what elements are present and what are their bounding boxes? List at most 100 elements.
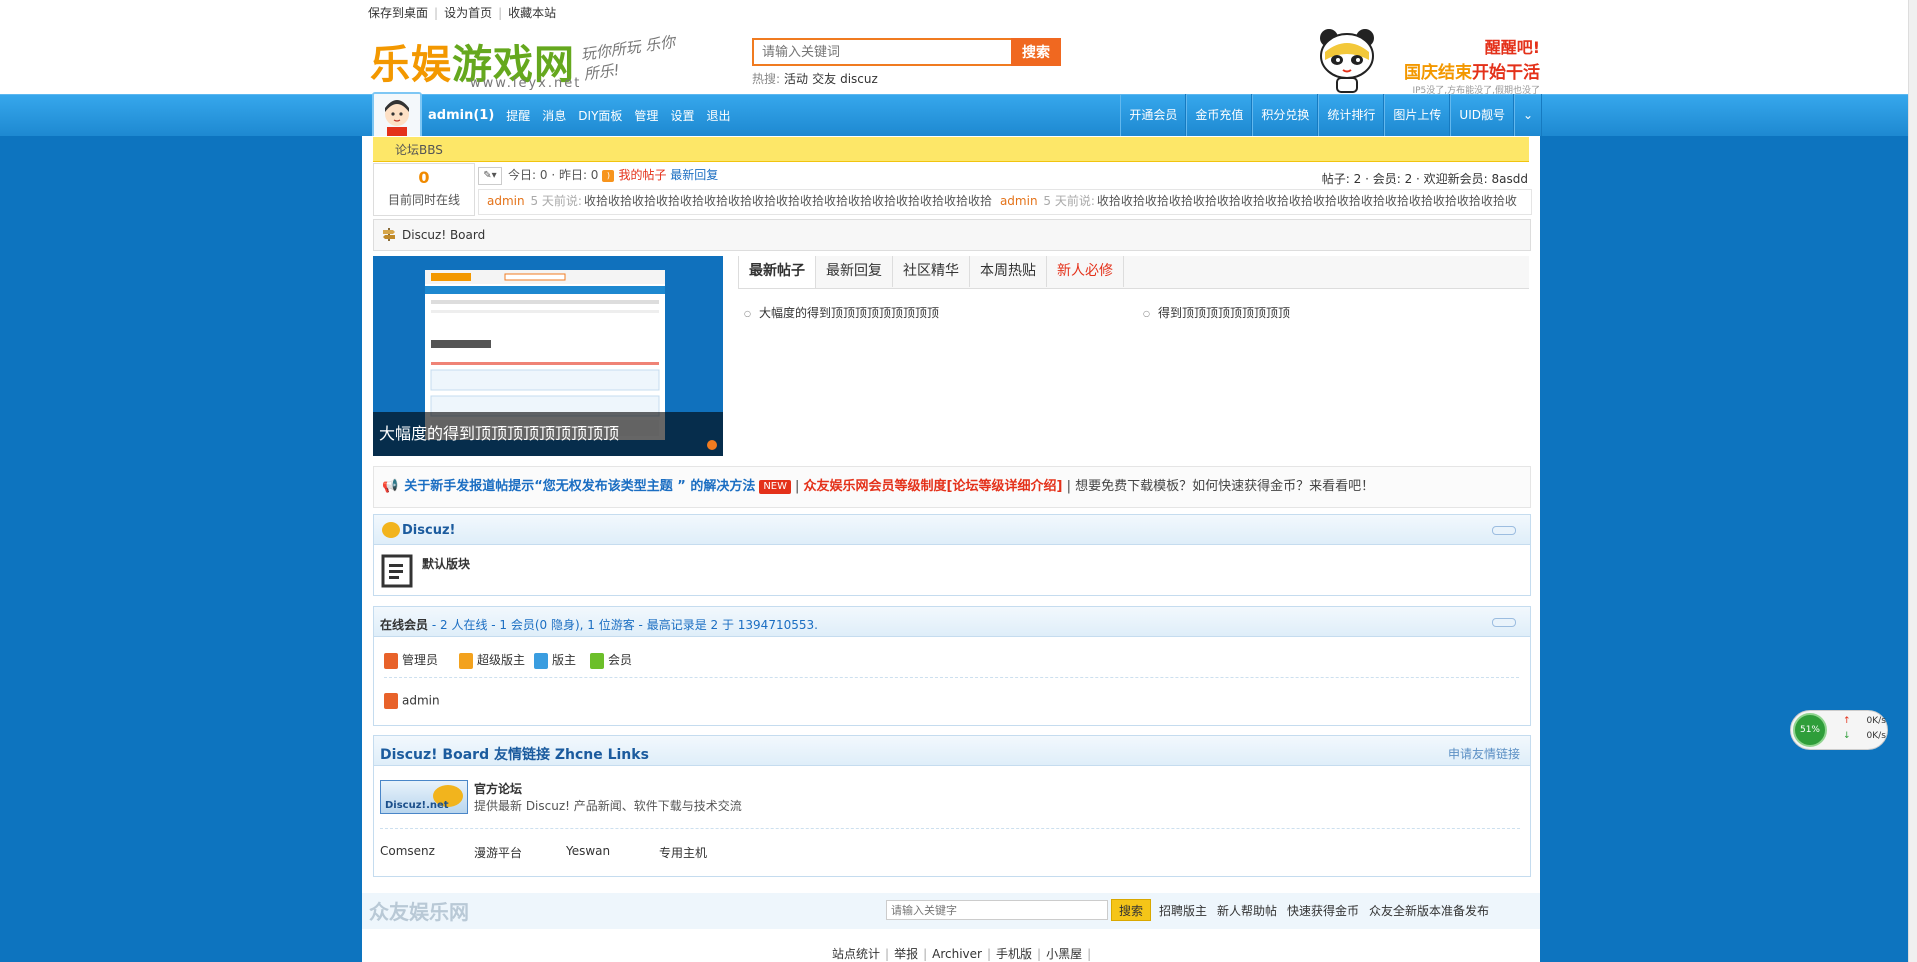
footer-logo: 众友娱乐网 xyxy=(369,900,469,924)
ticker-time: 5 天前说: xyxy=(1043,194,1095,208)
official-forum-desc: 提供最新 Discuz! 产品新闻、软件下载与技术交流 xyxy=(474,799,742,813)
nav-messages[interactable]: 消息 xyxy=(542,107,566,124)
header-ad[interactable]: 醒醒吧! 国庆结束开始干活 IP5没了,方布能没了,假期也没了 xyxy=(1390,34,1540,96)
hot-word-friends[interactable]: 交友 xyxy=(812,72,836,86)
nav-image-upload[interactable]: 图片上传 xyxy=(1384,94,1451,136)
collapse-toggle[interactable] xyxy=(1492,618,1516,627)
arrow-down-icon: ↓ xyxy=(1843,731,1851,741)
slide-indicator[interactable] xyxy=(707,440,717,450)
footer-links: 招聘版主 新人帮助帖 快速获得金币 众友全新版本准备发布 xyxy=(1159,902,1499,919)
friend-links-title: Discuz! Board 友情链接 Zhcne Links xyxy=(380,747,649,763)
chevron-down-icon[interactable]: ⌄ xyxy=(1514,94,1542,136)
search-input[interactable] xyxy=(752,38,1027,66)
bottom-link-blacklist[interactable]: 小黑屋 xyxy=(1046,947,1082,961)
tab-latest-posts[interactable]: 最新帖子 xyxy=(738,256,816,288)
set-homepage-link[interactable]: 设为首页 xyxy=(444,6,492,20)
my-posts-link[interactable]: 我的帖子 xyxy=(618,168,666,182)
rss-icon[interactable]: ) xyxy=(602,169,615,182)
bottom-link-stats[interactable]: 站点统计 xyxy=(832,947,880,961)
site-logo[interactable]: 乐娱游戏网 www.leyx.net 玩你所玩 乐你所乐! xyxy=(370,32,680,91)
forum-board-name[interactable]: 默认版块 xyxy=(422,555,470,572)
list-item[interactable]: 大幅度的得到顶顶顶顶顶顶顶顶顶 xyxy=(744,304,939,321)
collapse-toggle[interactable] xyxy=(1492,526,1516,535)
nav-settings[interactable]: 设置 xyxy=(670,107,694,124)
breadcrumb-bbs[interactable]: 论坛BBS xyxy=(395,141,443,158)
nav-rankings[interactable]: 统计排行 xyxy=(1318,94,1385,136)
online-members-detail: - 2 人在线 - 1 会员(0 隐身), 1 位游客 - 最高记录是 2 于 … xyxy=(431,618,818,632)
logo-text-a: 乐娱 xyxy=(370,41,452,88)
apply-link-button[interactable]: 申请友情链接 xyxy=(1448,745,1520,762)
search-button[interactable]: 搜索 xyxy=(1011,38,1061,66)
online-count: 0 xyxy=(418,168,430,187)
hot-word-discuz[interactable]: discuz xyxy=(840,72,878,86)
link-manyou[interactable]: 漫游平台 xyxy=(474,844,522,861)
latest-reply-link[interactable]: 最新回复 xyxy=(670,168,718,182)
forum-category-title[interactable]: Discuz! xyxy=(402,523,455,538)
nav-points-exchange[interactable]: 积分兑换 xyxy=(1252,94,1319,136)
nav-gold-recharge[interactable]: 金币充值 xyxy=(1186,94,1253,136)
nav-remind[interactable]: 提醒 xyxy=(506,107,530,124)
bottom-link-archiver[interactable]: Archiver xyxy=(932,947,982,961)
hot-word-activity[interactable]: 活动 xyxy=(784,72,808,86)
slide-caption[interactable]: 大幅度的得到顶顶顶顶顶顶顶顶顶 xyxy=(373,412,723,456)
list-item[interactable]: 得到顶顶顶顶顶顶顶顶顶 xyxy=(1143,304,1290,321)
bottom-link-mobile[interactable]: 手机版 xyxy=(996,947,1032,961)
megaphone-icon: 📢 xyxy=(382,479,399,494)
signpost-icon xyxy=(383,228,395,241)
user-icon xyxy=(384,652,398,669)
footer-link-recruit[interactable]: 招聘版主 xyxy=(1159,904,1207,918)
legend-admin: 管理员 xyxy=(384,651,438,669)
user-icon xyxy=(459,652,473,669)
announce-link-3[interactable]: 想要免费下载模板？如何快速获得金币？来看看吧！ xyxy=(1075,479,1374,494)
scrollbar[interactable] xyxy=(1908,0,1917,962)
ticker-text: 收拾收拾收拾收拾收拾收拾收拾收拾收拾收拾收拾收拾收拾收拾收拾收拾收拾 xyxy=(583,194,992,208)
link-hosting[interactable]: 专用主机 xyxy=(659,844,707,861)
user-icon xyxy=(590,652,604,669)
tab-community-digest[interactable]: 社区精华 xyxy=(893,256,970,287)
announce-link-2[interactable]: 众友娱乐网会员等级制度[论坛等级详细介绍] xyxy=(804,479,1063,494)
footer-link-release[interactable]: 众友全新版本准备发布 xyxy=(1369,904,1489,918)
ticker-user[interactable]: admin xyxy=(1000,194,1038,208)
online-count-box: 0 目前同时在线 xyxy=(373,163,475,216)
post-tabs: 最新帖子 最新回复 社区精华 本周热贴 新人必修 xyxy=(738,256,1529,289)
discuz-logo-icon xyxy=(382,522,400,538)
announcement-bar: 📢 关于新手发报道帖提示“您无权发布该类型主题 ” 的解决方法 NEW | 众友娱乐网… xyxy=(373,466,1531,508)
link-comsenz[interactable]: Comsenz xyxy=(380,844,435,858)
nav-manage[interactable]: 管理 xyxy=(634,107,658,124)
announce-link-1[interactable]: 关于新手发报道帖提示“您无权发布该类型主题 ” 的解决方法 xyxy=(404,479,755,494)
ad-line2b: 开始干活 xyxy=(1472,63,1540,83)
link-yeswan[interactable]: Yeswan xyxy=(566,844,610,858)
footer-search-input[interactable] xyxy=(886,900,1108,920)
avatar[interactable] xyxy=(372,92,422,142)
footer-link-help[interactable]: 新人帮助帖 xyxy=(1217,904,1277,918)
nav-logout[interactable]: 退出 xyxy=(706,107,730,124)
official-forum-link[interactable]: 官方论坛 xyxy=(474,780,522,797)
footer-link-gold[interactable]: 快速获得金币 xyxy=(1287,904,1359,918)
network-speed-widget[interactable]: 51% ↑ 0K/s ↓ 0K/s xyxy=(1790,710,1888,750)
hot-search: 热搜: 活动 交友 discuz xyxy=(752,70,882,87)
ticker-time: 5 天前说: xyxy=(530,194,582,208)
tab-weekly-hot[interactable]: 本周热贴 xyxy=(970,256,1047,287)
friend-links: Discuz! Board 友情链接 Zhcne Links 申请友情链接 Di… xyxy=(373,735,1531,877)
online-user[interactable]: admin xyxy=(384,693,440,709)
bottom-links: 站点统计 | 举报 | Archiver | 手机版 | 小黑屋 | xyxy=(832,947,1092,961)
pencil-icon[interactable]: ✎▾ xyxy=(478,166,502,185)
nav-uid-number[interactable]: UID靓号 xyxy=(1450,94,1514,136)
save-to-desktop-link[interactable]: 保存到桌面 xyxy=(368,6,428,20)
divider xyxy=(384,677,1519,678)
tab-latest-replies[interactable]: 最新回复 xyxy=(816,256,893,287)
forum-summary: 帖子: 2 · 会员: 2 · 欢迎新会员: 8asdd xyxy=(1321,172,1528,186)
bottom-link-report[interactable]: 举报 xyxy=(894,947,918,961)
featured-slide[interactable]: 大幅度的得到顶顶顶顶顶顶顶顶顶 xyxy=(373,256,723,456)
nav-diy-panel[interactable]: DIY面板 xyxy=(578,107,622,124)
bookmark-link[interactable]: 收藏本站 xyxy=(508,6,556,20)
ticker-user[interactable]: admin xyxy=(487,194,525,208)
tab-newbie-must-read[interactable]: 新人必修 xyxy=(1047,256,1124,287)
nav-open-vip[interactable]: 开通会员 xyxy=(1120,94,1187,136)
discuz-net-logo[interactable]: Discuz!.net xyxy=(380,780,468,814)
today-count: 今日: 0 xyxy=(508,168,548,182)
footer-search-button[interactable]: 搜索 xyxy=(1111,899,1151,921)
top-links: 保存到桌面 | 设为首页 | 收藏本站 xyxy=(368,6,557,20)
online-members-label[interactable]: 在线会员 xyxy=(380,618,428,632)
username-link[interactable]: admin(1) xyxy=(428,108,494,123)
